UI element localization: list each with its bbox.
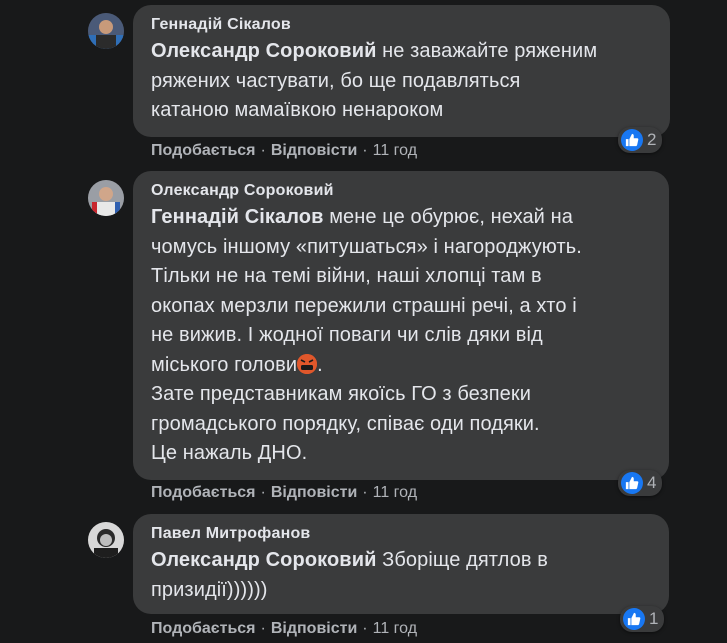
reaction-summary[interactable]: 1 <box>620 606 665 632</box>
comment-actions: Подобається · Відповісти · 11 год <box>151 484 417 502</box>
separator: · <box>362 484 368 501</box>
comment-author[interactable]: Геннадій Сікалов <box>151 15 652 35</box>
comment-text: Олександр Сороковий Зборіще дятлов в при… <box>151 549 548 601</box>
like-button[interactable]: Подобається <box>151 142 256 160</box>
separator: · <box>260 142 266 159</box>
like-button[interactable]: Подобається <box>151 620 256 638</box>
reaction-summary[interactable]: 4 <box>618 470 663 496</box>
comment-author[interactable]: Павел Митрофанов <box>151 524 651 544</box>
reaction-count: 4 <box>647 473 657 492</box>
comment-actions: Подобається · Відповісти · 11 год <box>151 620 417 638</box>
angry-cursing-emoji <box>297 353 318 374</box>
mention-link[interactable]: Геннадій Сікалов <box>151 206 324 228</box>
comment-bubble: Олександр Сороковий Геннадій Сікалов мен… <box>133 171 669 480</box>
reply-button[interactable]: Відповісти <box>271 620 357 638</box>
separator: · <box>260 620 266 637</box>
timestamp[interactable]: 11 год <box>373 142 417 160</box>
separator: · <box>260 484 266 501</box>
comment-actions: Подобається · Відповісти · 11 год <box>151 142 417 160</box>
comment-text: Геннадій Сікалов мене це обурює, нехай н… <box>151 206 582 464</box>
separator: · <box>362 142 368 159</box>
comment-text: Олександр Сороковий не заважайте ряженим… <box>151 40 598 121</box>
reaction-count: 1 <box>649 609 659 628</box>
reaction-summary[interactable]: 2 <box>618 127 663 153</box>
reply-button[interactable]: Відповісти <box>271 142 357 160</box>
reaction-count: 2 <box>647 130 657 149</box>
like-button[interactable]: Подобається <box>151 484 256 502</box>
timestamp[interactable]: 11 год <box>373 620 417 638</box>
like-icon <box>621 129 643 151</box>
comment-bubble: Геннадій Сікалов Олександр Сороковий не … <box>133 5 670 137</box>
timestamp[interactable]: 11 год <box>373 484 417 502</box>
mention-link[interactable]: Олександр Сороковий <box>151 40 376 62</box>
comment-author[interactable]: Олександр Сороковий <box>151 181 651 201</box>
reply-button[interactable]: Відповісти <box>271 484 357 502</box>
comment-bubble: Павел Митрофанов Олександр Сороковий Збо… <box>133 514 669 614</box>
avatar[interactable] <box>88 13 124 49</box>
avatar[interactable] <box>88 522 124 558</box>
avatar[interactable] <box>88 180 124 216</box>
like-icon <box>623 608 645 630</box>
like-icon <box>621 472 643 494</box>
separator: · <box>362 620 368 637</box>
mention-link[interactable]: Олександр Сороковий <box>151 549 376 571</box>
